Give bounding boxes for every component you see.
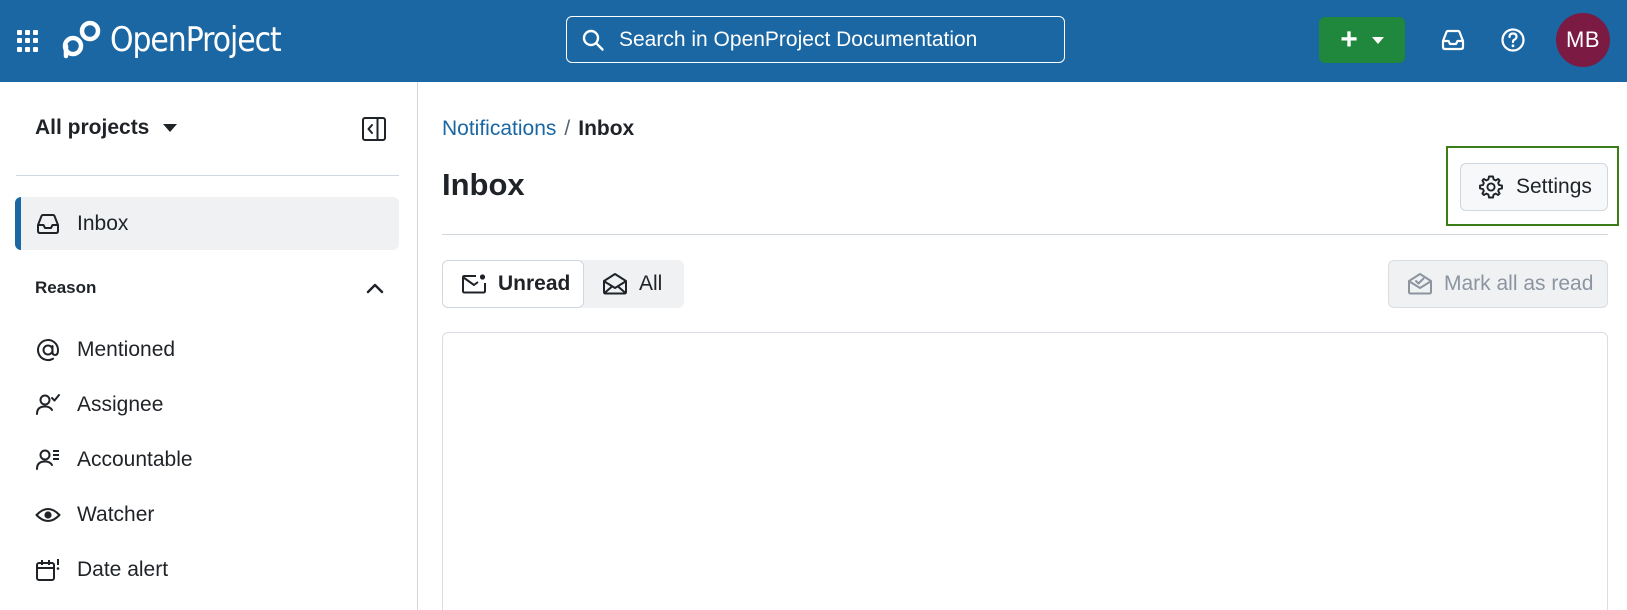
sidebar-item-label: Date alert (77, 558, 169, 581)
sidebar-item-label: Watcher (77, 503, 155, 526)
page-title: Inbox (442, 167, 525, 202)
active-indicator (15, 197, 21, 250)
mark-all-read-button[interactable]: Mark all as read (1388, 260, 1608, 308)
sidebar-item-label: Accountable (77, 448, 193, 471)
sidebar-item-assignee[interactable]: Assignee (15, 383, 399, 427)
reason-section-header[interactable]: Reason (35, 278, 385, 298)
search-box[interactable] (566, 16, 1065, 63)
sidebar-divider (16, 175, 399, 176)
person-list-icon (36, 449, 59, 470)
settings-label: Settings (1516, 175, 1592, 198)
logo-text: OpenProject (110, 20, 282, 60)
sidebar-item-accountable[interactable]: Accountable (15, 438, 399, 482)
sidebar-item-watcher[interactable]: Watcher (15, 493, 399, 537)
breadcrumb: Notifications / Inbox (442, 117, 634, 141)
user-avatar[interactable]: MB (1556, 13, 1610, 67)
openproject-logo-icon (62, 20, 101, 59)
top-header: OpenProject + MB (0, 0, 1627, 82)
sidebar-item-mentioned[interactable]: Mentioned (15, 328, 399, 372)
calendar-alert-icon (36, 559, 60, 581)
search-icon (582, 29, 604, 51)
help-button[interactable] (1497, 24, 1529, 56)
sidebar-item-date-alert[interactable]: Date alert (15, 548, 399, 592)
sidebar-item-label: Inbox (77, 211, 129, 235)
create-button[interactable]: + (1319, 17, 1405, 63)
search-input[interactable] (619, 27, 1039, 52)
mail-check-icon (1408, 273, 1432, 295)
filter-unread-label: Unread (498, 272, 571, 295)
filter-segmented-control: Unread All (442, 260, 684, 308)
breadcrumb-notifications-link[interactable]: Notifications (442, 117, 556, 141)
chevron-down-icon (1371, 36, 1384, 44)
apps-grid-icon[interactable] (17, 30, 39, 52)
mark-all-read-label: Mark all as read (1444, 272, 1594, 295)
sidebar: All projects Inbox Reason Mentioned Assi… (0, 82, 418, 610)
title-divider (442, 234, 1608, 235)
inbox-icon (37, 213, 59, 234)
inbox-icon (1441, 29, 1465, 51)
plus-icon: + (1340, 23, 1358, 56)
settings-button[interactable]: Settings (1460, 163, 1608, 211)
eye-icon (35, 508, 61, 522)
sidebar-item-label: Assignee (77, 393, 164, 416)
help-icon (1501, 28, 1525, 52)
notifications-list (442, 332, 1608, 610)
mention-icon (37, 339, 60, 362)
project-selector[interactable]: All projects (35, 116, 178, 140)
reason-heading: Reason (35, 278, 97, 297)
collapse-sidebar-icon[interactable] (361, 116, 387, 142)
mail-unread-icon (462, 274, 486, 294)
sidebar-item-inbox[interactable]: Inbox (15, 197, 399, 250)
gear-icon (1479, 175, 1503, 199)
chevron-up-icon (366, 283, 384, 294)
filter-unread-button[interactable]: Unread (442, 260, 584, 308)
sidebar-item-label: Mentioned (77, 338, 176, 361)
mail-open-icon (603, 273, 627, 295)
breadcrumb-separator: / (564, 117, 571, 140)
inbox-header-button[interactable] (1437, 24, 1469, 56)
filter-all-label: All (639, 272, 663, 295)
caret-down-icon (163, 124, 178, 132)
openproject-logo[interactable]: OpenProject (62, 18, 304, 62)
person-check-icon (36, 394, 60, 415)
filter-all-button[interactable]: All (584, 260, 684, 308)
breadcrumb-current: Inbox (578, 117, 635, 140)
project-selector-label: All projects (35, 116, 150, 139)
